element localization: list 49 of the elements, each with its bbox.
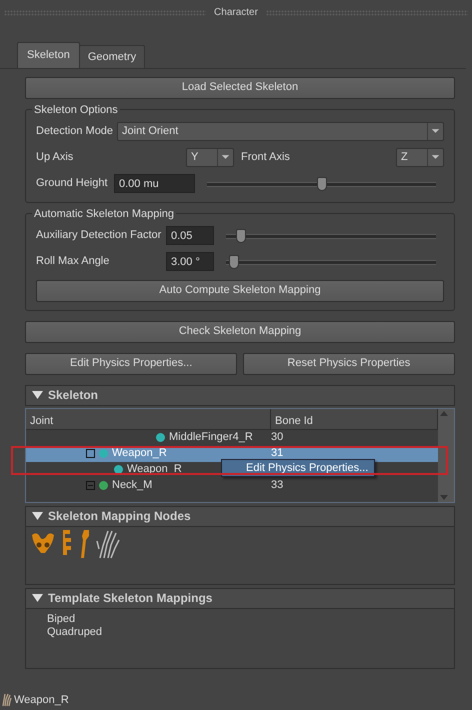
dropdown[interactable]: Joint Orient [117,122,444,141]
input-field[interactable]: 0.05 [166,226,214,245]
field-label: Roll Max Angle [36,254,110,270]
bone-id: 31 [271,446,284,462]
panel-title: Skeleton Mapping Nodes [48,508,191,525]
joint-name: Weapon_R [127,462,182,478]
expand-icon[interactable] [86,449,95,458]
scroll-up-icon [438,408,450,418]
field-label: Detection Mode [36,124,114,140]
slider-thumb[interactable] [316,176,326,190]
tree-row[interactable]: Weapon_R [26,462,182,478]
joint-name: Weapon_R [112,446,167,462]
scroll-down-icon [438,492,450,502]
slider-thumb[interactable] [229,254,240,268]
field-label: Ground Height [36,176,109,192]
scrollbar[interactable] [438,408,454,502]
dropdown[interactable]: Y [186,148,234,167]
panel-header[interactable]: Skeleton [25,384,455,406]
column-header[interactable]: Joint [26,408,271,428]
input-field[interactable]: 0.00 mu [114,174,195,193]
status-text: Weapon_R [14,692,69,708]
check-mapping-button[interactable]: Check Skeleton Mapping [25,320,455,342]
physics-button[interactable]: Edit Physics Properties... [25,352,238,374]
dropdown[interactable]: Z [396,148,444,167]
hand-bone-icon [0,693,12,707]
bone-id: 30 [271,430,284,446]
load-skeleton-button[interactable]: Load Selected Skeleton [25,76,455,98]
physics-button[interactable]: Reset Physics Properties [242,352,455,374]
panel-title: Template Skeleton Mappings [48,590,212,607]
field-label: Front Axis [240,150,291,166]
slider-thumb[interactable] [236,228,246,242]
tree-row[interactable]: MiddleFinger4_R 30 [26,430,438,446]
hand-bone-icon [96,528,120,558]
tab[interactable]: Skeleton [17,42,80,68]
panel-title: Skeleton [48,387,98,404]
field-label: Up Axis [36,150,74,166]
window-title: Character [214,6,258,20]
bone-id: 33 [271,478,284,494]
joint-name: Neck_M [112,478,152,494]
auto-compute-button[interactable]: Auto Compute Skeleton Mapping [36,280,444,302]
template-item[interactable]: Biped [47,612,454,626]
joint-name: MiddleFinger4_R [169,430,253,446]
field-label: Auxiliary Detection Factor [36,228,162,244]
template-item[interactable]: Quadruped [47,626,454,638]
input-field[interactable]: 3.00 ° [166,252,214,271]
panel-header[interactable]: Template Skeleton Mappings [25,588,455,608]
tree-row[interactable]: Neck_M 33 [26,478,438,494]
panel-header[interactable]: Skeleton Mapping Nodes [25,506,455,526]
tab[interactable]: Geometry [78,45,146,68]
